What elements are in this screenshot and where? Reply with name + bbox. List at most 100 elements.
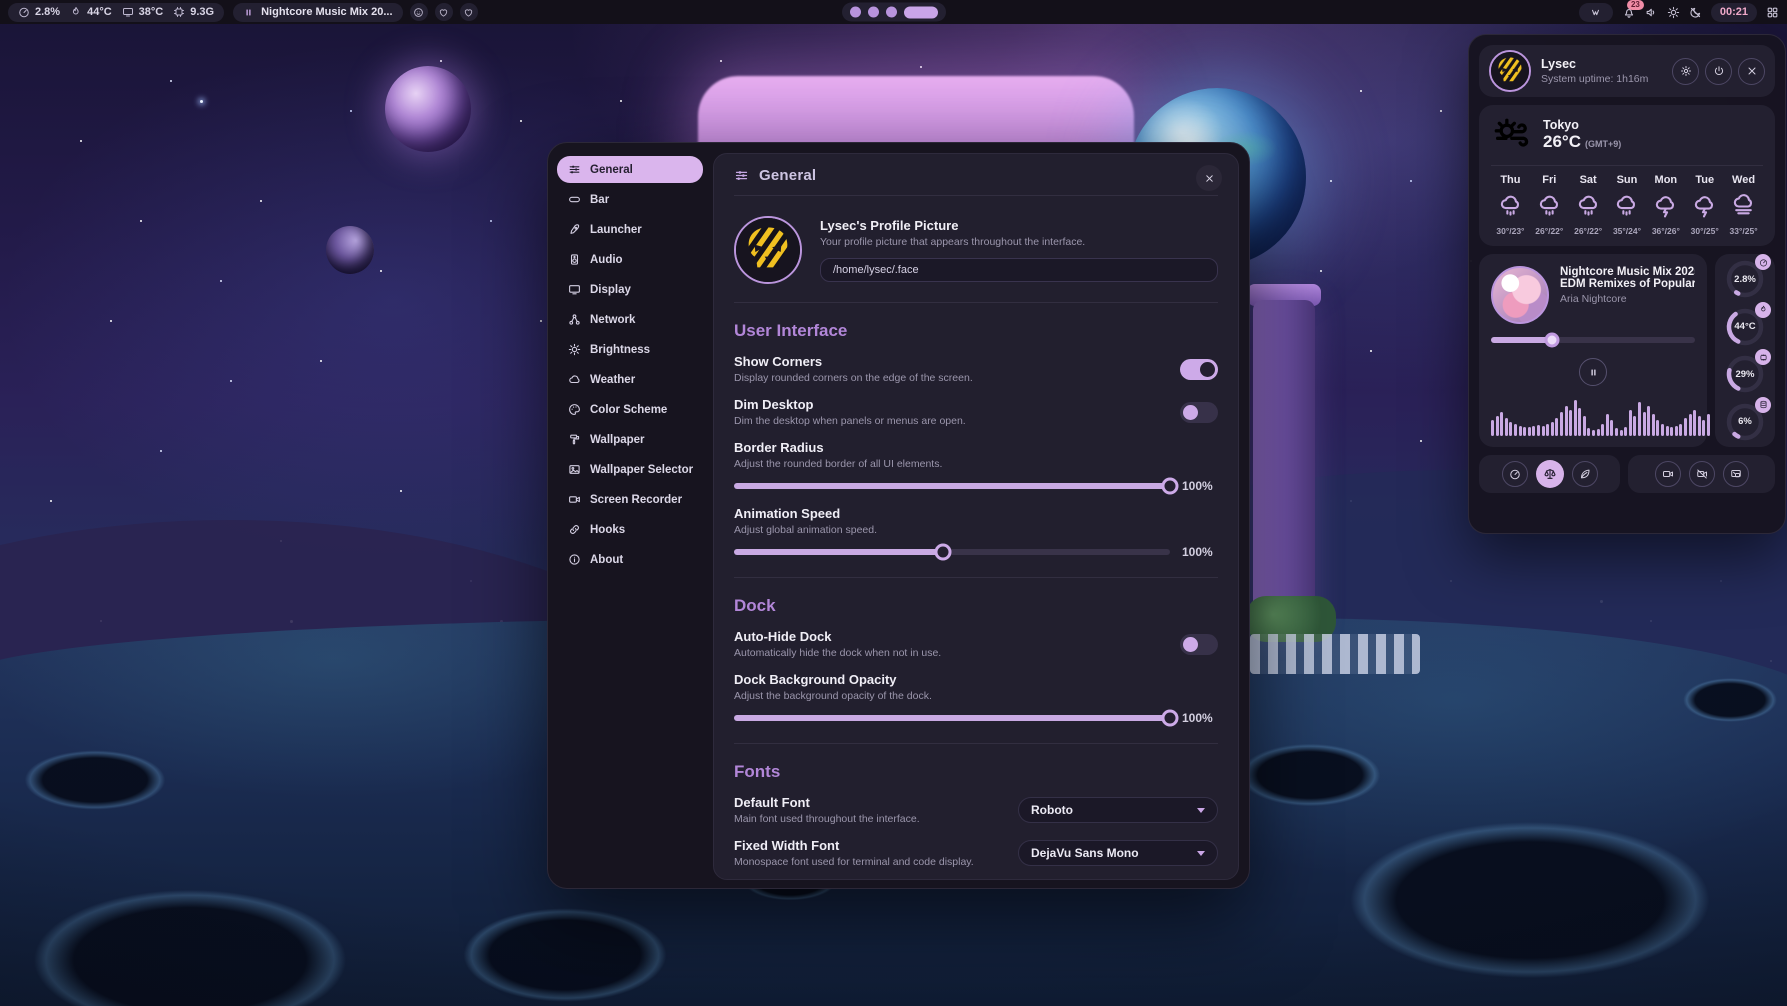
- sidebar-item-display[interactable]: Display: [557, 276, 703, 303]
- workspace-dot[interactable]: [850, 7, 861, 18]
- settings-sidebar: General Bar Launcher Audio Display Network Bri…: [557, 156, 703, 875]
- toggle-knob: [1183, 637, 1198, 652]
- visualizer-bar: [1491, 420, 1494, 436]
- screen-record-button[interactable]: [1655, 461, 1681, 487]
- weather-card: Tokyo 26°C (GMT+9) Thu30°/23°Fri26°/22°S…: [1479, 105, 1775, 246]
- heart-icon: [438, 7, 449, 18]
- night-light-button[interactable]: [1689, 6, 1702, 19]
- camera-off-button[interactable]: [1689, 461, 1715, 487]
- workspace-active[interactable]: [904, 6, 938, 18]
- media-progress-fill: [1491, 337, 1552, 343]
- dim-desktop-toggle[interactable]: [1180, 402, 1218, 423]
- visualizer-bar: [1555, 418, 1558, 436]
- visualizer-bar: [1523, 427, 1526, 436]
- section-heading: Dock: [734, 596, 1218, 616]
- sidebar-item-about[interactable]: About: [557, 546, 703, 573]
- oval-icon: [568, 193, 581, 206]
- speedometer-icon: [18, 6, 30, 18]
- volume-button[interactable]: [1645, 6, 1658, 19]
- media-title: Nightcore Music Mix 2025: [1560, 266, 1695, 278]
- app-launcher-button[interactable]: [1766, 6, 1779, 19]
- visualizer-bar: [1610, 420, 1613, 436]
- slider-knob[interactable]: [1162, 710, 1179, 727]
- divider: [734, 743, 1218, 744]
- setting-row-fixed-width-font: Fixed Width FontMonospace font used for …: [734, 838, 1218, 868]
- profile-path-input[interactable]: [820, 258, 1218, 282]
- forecast-temps: 26°/22°: [1574, 226, 1602, 236]
- auto-hide-dock-toggle[interactable]: [1180, 634, 1218, 655]
- sidebar-item-wallpaper-selector[interactable]: Wallpaper Selector: [557, 456, 703, 483]
- sidebar-item-bar[interactable]: Bar: [557, 186, 703, 213]
- sun-wind-icon: [1491, 115, 1531, 155]
- audio-visualizer: [1491, 396, 1695, 436]
- visualizer-bar: [1546, 424, 1549, 436]
- forecast-day-label: Wed: [1732, 174, 1755, 186]
- leaf-icon: [1579, 468, 1591, 480]
- profile-avatar[interactable]: [734, 216, 802, 284]
- notifications-button[interactable]: 23: [1622, 5, 1636, 19]
- user-avatar[interactable]: [1489, 50, 1531, 92]
- sidebar-item-weather[interactable]: Weather: [557, 366, 703, 393]
- pause-button[interactable]: [1579, 358, 1607, 386]
- slider-fill: [734, 715, 1170, 721]
- default-font-dropdown[interactable]: Roboto: [1018, 797, 1218, 823]
- power-profile-performance-button[interactable]: [1502, 461, 1528, 487]
- face-button[interactable]: [410, 3, 428, 21]
- screenshot-button[interactable]: [1723, 461, 1749, 487]
- power-profile-powersave-button[interactable]: [1572, 461, 1598, 487]
- sidebar-item-launcher[interactable]: Launcher: [557, 216, 703, 243]
- sidebar-item-label: About: [590, 554, 623, 566]
- fixed-width-font-dropdown[interactable]: DejaVu Sans Mono: [1018, 840, 1218, 866]
- heart-button[interactable]: [435, 3, 453, 21]
- clock[interactable]: 00:21: [1711, 3, 1757, 22]
- flame-icon: [1759, 305, 1768, 314]
- sidebar-item-brightness[interactable]: Brightness: [557, 336, 703, 363]
- quick-icons: [403, 3, 478, 21]
- sidebar-item-audio[interactable]: Audio: [557, 246, 703, 273]
- close-button[interactable]: [1196, 165, 1222, 191]
- sidebar-item-network[interactable]: Network: [557, 306, 703, 333]
- heart-button[interactable]: [460, 3, 478, 21]
- workspace-dot[interactable]: [868, 7, 879, 18]
- slider-knob[interactable]: [1162, 478, 1179, 495]
- cloud-icon: [568, 373, 581, 386]
- network-icon: [568, 313, 581, 326]
- power-button[interactable]: [1705, 58, 1732, 85]
- gear-button[interactable]: [1672, 58, 1699, 85]
- sidebar-item-wallpaper[interactable]: Wallpaper: [557, 426, 703, 453]
- sidebar-item-hooks[interactable]: Hooks: [557, 516, 703, 543]
- album-art[interactable]: [1491, 266, 1549, 324]
- system-stats-pill[interactable]: 2.8%44°C38°C9.3G: [8, 3, 224, 22]
- show-corners-toggle[interactable]: [1180, 359, 1218, 380]
- video-icon: [1662, 468, 1674, 480]
- flame-icon: [70, 6, 82, 18]
- power-profile-balanced-button[interactable]: [1536, 460, 1564, 488]
- close-icon: [1204, 173, 1215, 184]
- visualizer-bar: [1633, 416, 1636, 436]
- sidebar-item-label: Network: [590, 314, 635, 326]
- visualizer-bar: [1551, 422, 1554, 436]
- memory-icon: [1759, 353, 1768, 362]
- brightness-button[interactable]: [1667, 6, 1680, 19]
- sidebar-item-label: Wallpaper: [590, 434, 645, 446]
- sidebar-item-label: Weather: [590, 374, 635, 386]
- sidebar-item-screen-recorder[interactable]: Screen Recorder: [557, 486, 703, 513]
- setting-row-border-radius: Border RadiusAdjust the rounded border o…: [734, 440, 1218, 493]
- workspace-dot[interactable]: [886, 7, 897, 18]
- tray-app-icon[interactable]: [1579, 3, 1613, 22]
- sidebar-item-general[interactable]: General: [557, 156, 703, 183]
- media-title-pill[interactable]: Nightcore Music Mix 20...: [233, 3, 402, 22]
- visualizer-bar: [1509, 422, 1512, 436]
- animation-speed-slider[interactable]: [734, 549, 1170, 555]
- dock-background-opacity-slider[interactable]: [734, 715, 1170, 721]
- close-button[interactable]: [1738, 58, 1765, 85]
- workspace-indicator[interactable]: [842, 3, 946, 22]
- visualizer-bar: [1666, 426, 1669, 436]
- setting-label: Animation Speed: [734, 506, 1218, 521]
- forecast-day-fri: Fri26°/22°: [1530, 174, 1569, 236]
- media-progress-knob[interactable]: [1545, 333, 1560, 348]
- media-progress-slider[interactable]: [1491, 337, 1695, 343]
- border-radius-slider[interactable]: [734, 483, 1170, 489]
- sidebar-item-color-scheme[interactable]: Color Scheme: [557, 396, 703, 423]
- slider-knob[interactable]: [935, 544, 952, 561]
